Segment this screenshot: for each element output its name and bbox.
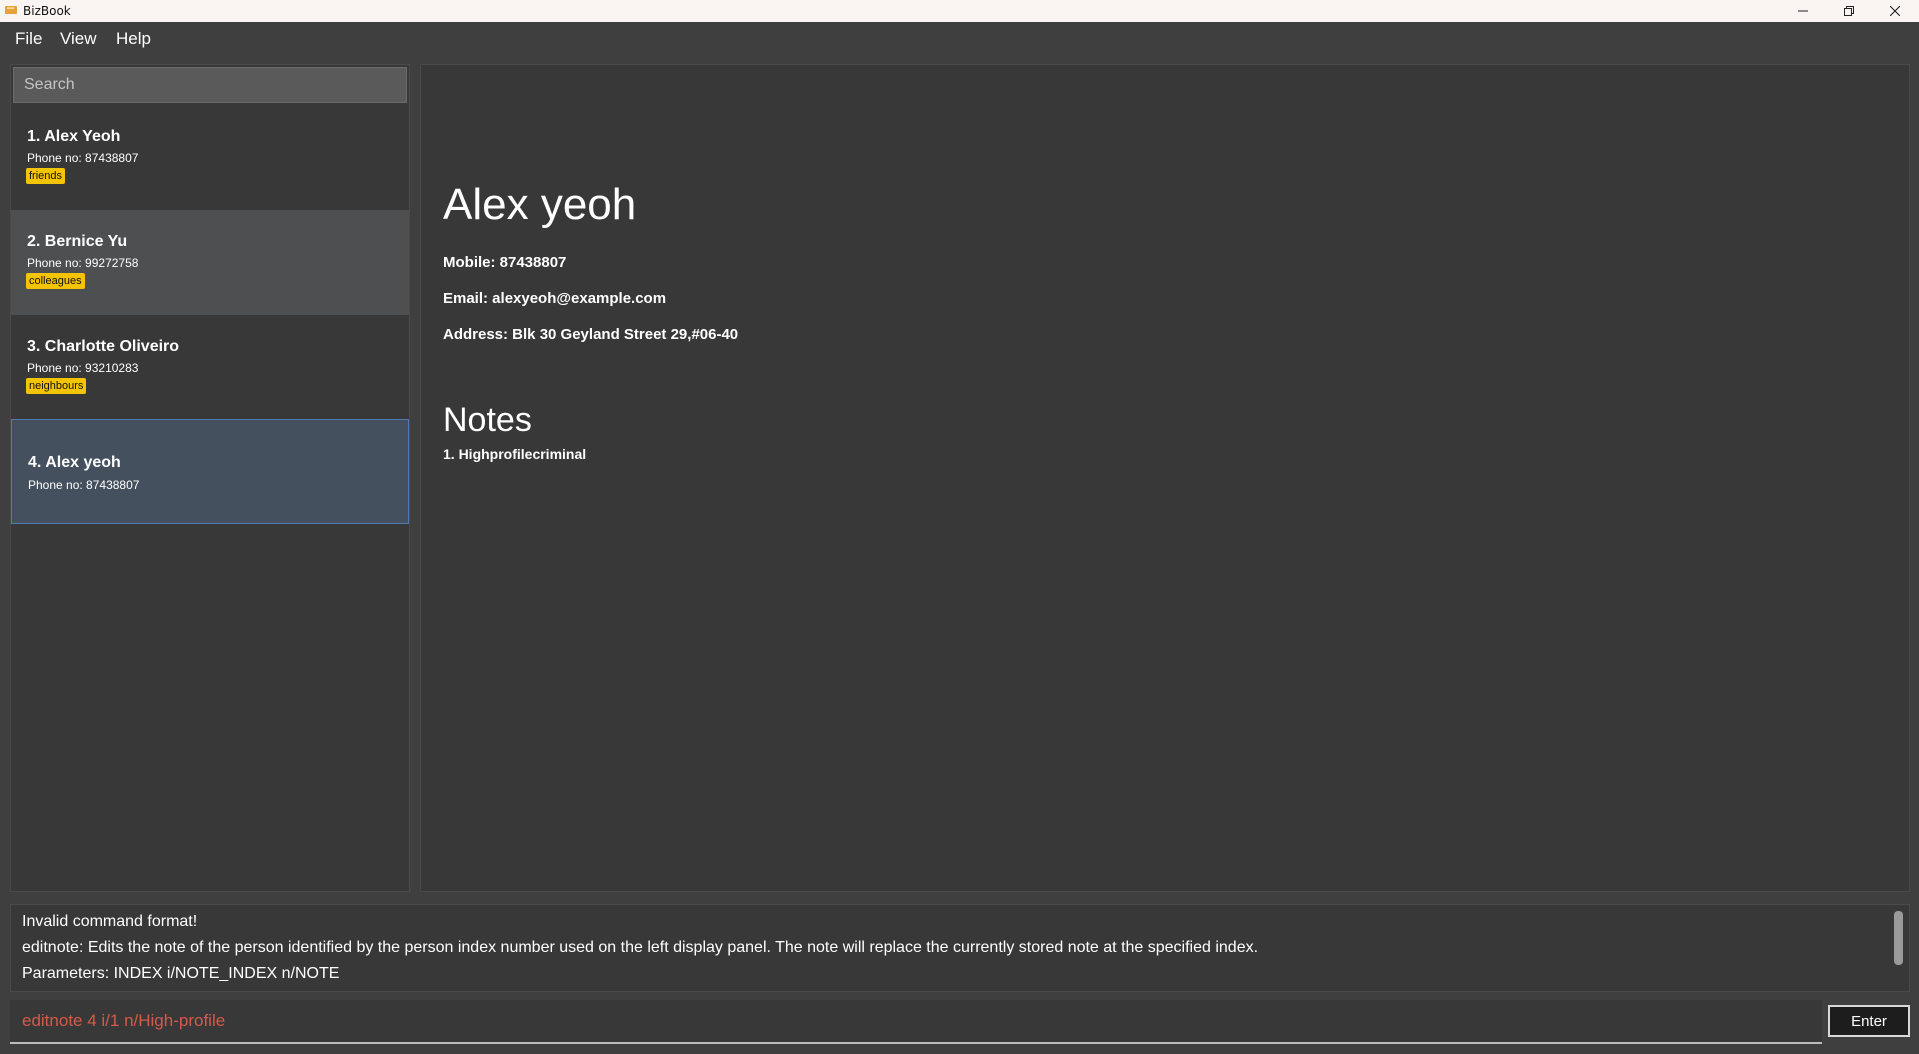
result-line: Parameters: INDEX i/NOTE_INDEX n/NOTE <box>22 965 340 982</box>
title-bar: BizBook <box>0 0 1919 22</box>
close-icon <box>1890 6 1900 16</box>
person-phone: Phone no: 87438807 <box>28 478 140 492</box>
result-line: Invalid command format! <box>22 913 198 930</box>
person-name: 4. Alex yeoh <box>28 454 121 471</box>
tag-badge: colleagues <box>26 273 85 289</box>
result-scrollbar[interactable] <box>1894 911 1903 965</box>
person-card[interactable]: 2. Bernice Yu Phone no: 99272758 colleag… <box>11 210 409 315</box>
menu-bar: File View Help <box>0 22 1919 58</box>
search-input[interactable] <box>13 67 407 103</box>
enter-button[interactable]: Enter <box>1828 1005 1910 1037</box>
notebook-icon <box>5 6 17 14</box>
result-line: editnote: Edits the note of the person i… <box>22 939 1259 956</box>
maximize-button[interactable] <box>1826 0 1872 22</box>
person-phone: Phone no: 99272758 <box>27 256 139 270</box>
result-display: Invalid command format! editnote: Edits … <box>10 904 1910 992</box>
detail-name: Alex yeoh <box>443 180 637 229</box>
menu-help[interactable]: Help <box>116 29 151 49</box>
command-box <box>10 1000 1822 1044</box>
person-phone: Phone no: 93210283 <box>27 361 139 375</box>
person-name: 2. Bernice Yu <box>27 233 128 250</box>
menu-view[interactable]: View <box>60 29 97 49</box>
restore-icon <box>1844 6 1854 16</box>
person-detail-panel: Alex yeoh Mobile: 87438807 Email: alexye… <box>420 64 1910 892</box>
window-title: BizBook <box>23 4 71 18</box>
note-item: 1. Highprofilecriminal <box>443 446 587 462</box>
close-button[interactable] <box>1872 0 1918 22</box>
person-card[interactable]: 1. Alex Yeoh Phone no: 87438807 friends <box>11 105 409 210</box>
command-input[interactable] <box>10 1000 1822 1042</box>
tag-badge: friends <box>26 168 66 184</box>
person-card-selected[interactable]: 4. Alex yeoh Phone no: 87438807 <box>11 419 409 524</box>
detail-mobile: Mobile: 87438807 <box>443 254 567 271</box>
person-list-panel: 1. Alex Yeoh Phone no: 87438807 friends … <box>10 64 410 892</box>
detail-email: Email: alexyeoh@example.com <box>443 290 667 307</box>
detail-address: Address: Blk 30 Geyland Street 29,#06-40 <box>443 326 739 343</box>
person-phone: Phone no: 87438807 <box>27 151 139 165</box>
minimize-icon <box>1798 10 1808 12</box>
minimize-button[interactable] <box>1780 0 1826 22</box>
person-name: 1. Alex Yeoh <box>27 128 121 145</box>
person-name: 3. Charlotte Oliveiro <box>27 338 180 355</box>
tag-badge: neighbours <box>26 378 87 394</box>
person-card[interactable]: 3. Charlotte Oliveiro Phone no: 93210283… <box>11 315 409 420</box>
notes-heading: Notes <box>443 401 532 439</box>
menu-file[interactable]: File <box>15 29 42 49</box>
